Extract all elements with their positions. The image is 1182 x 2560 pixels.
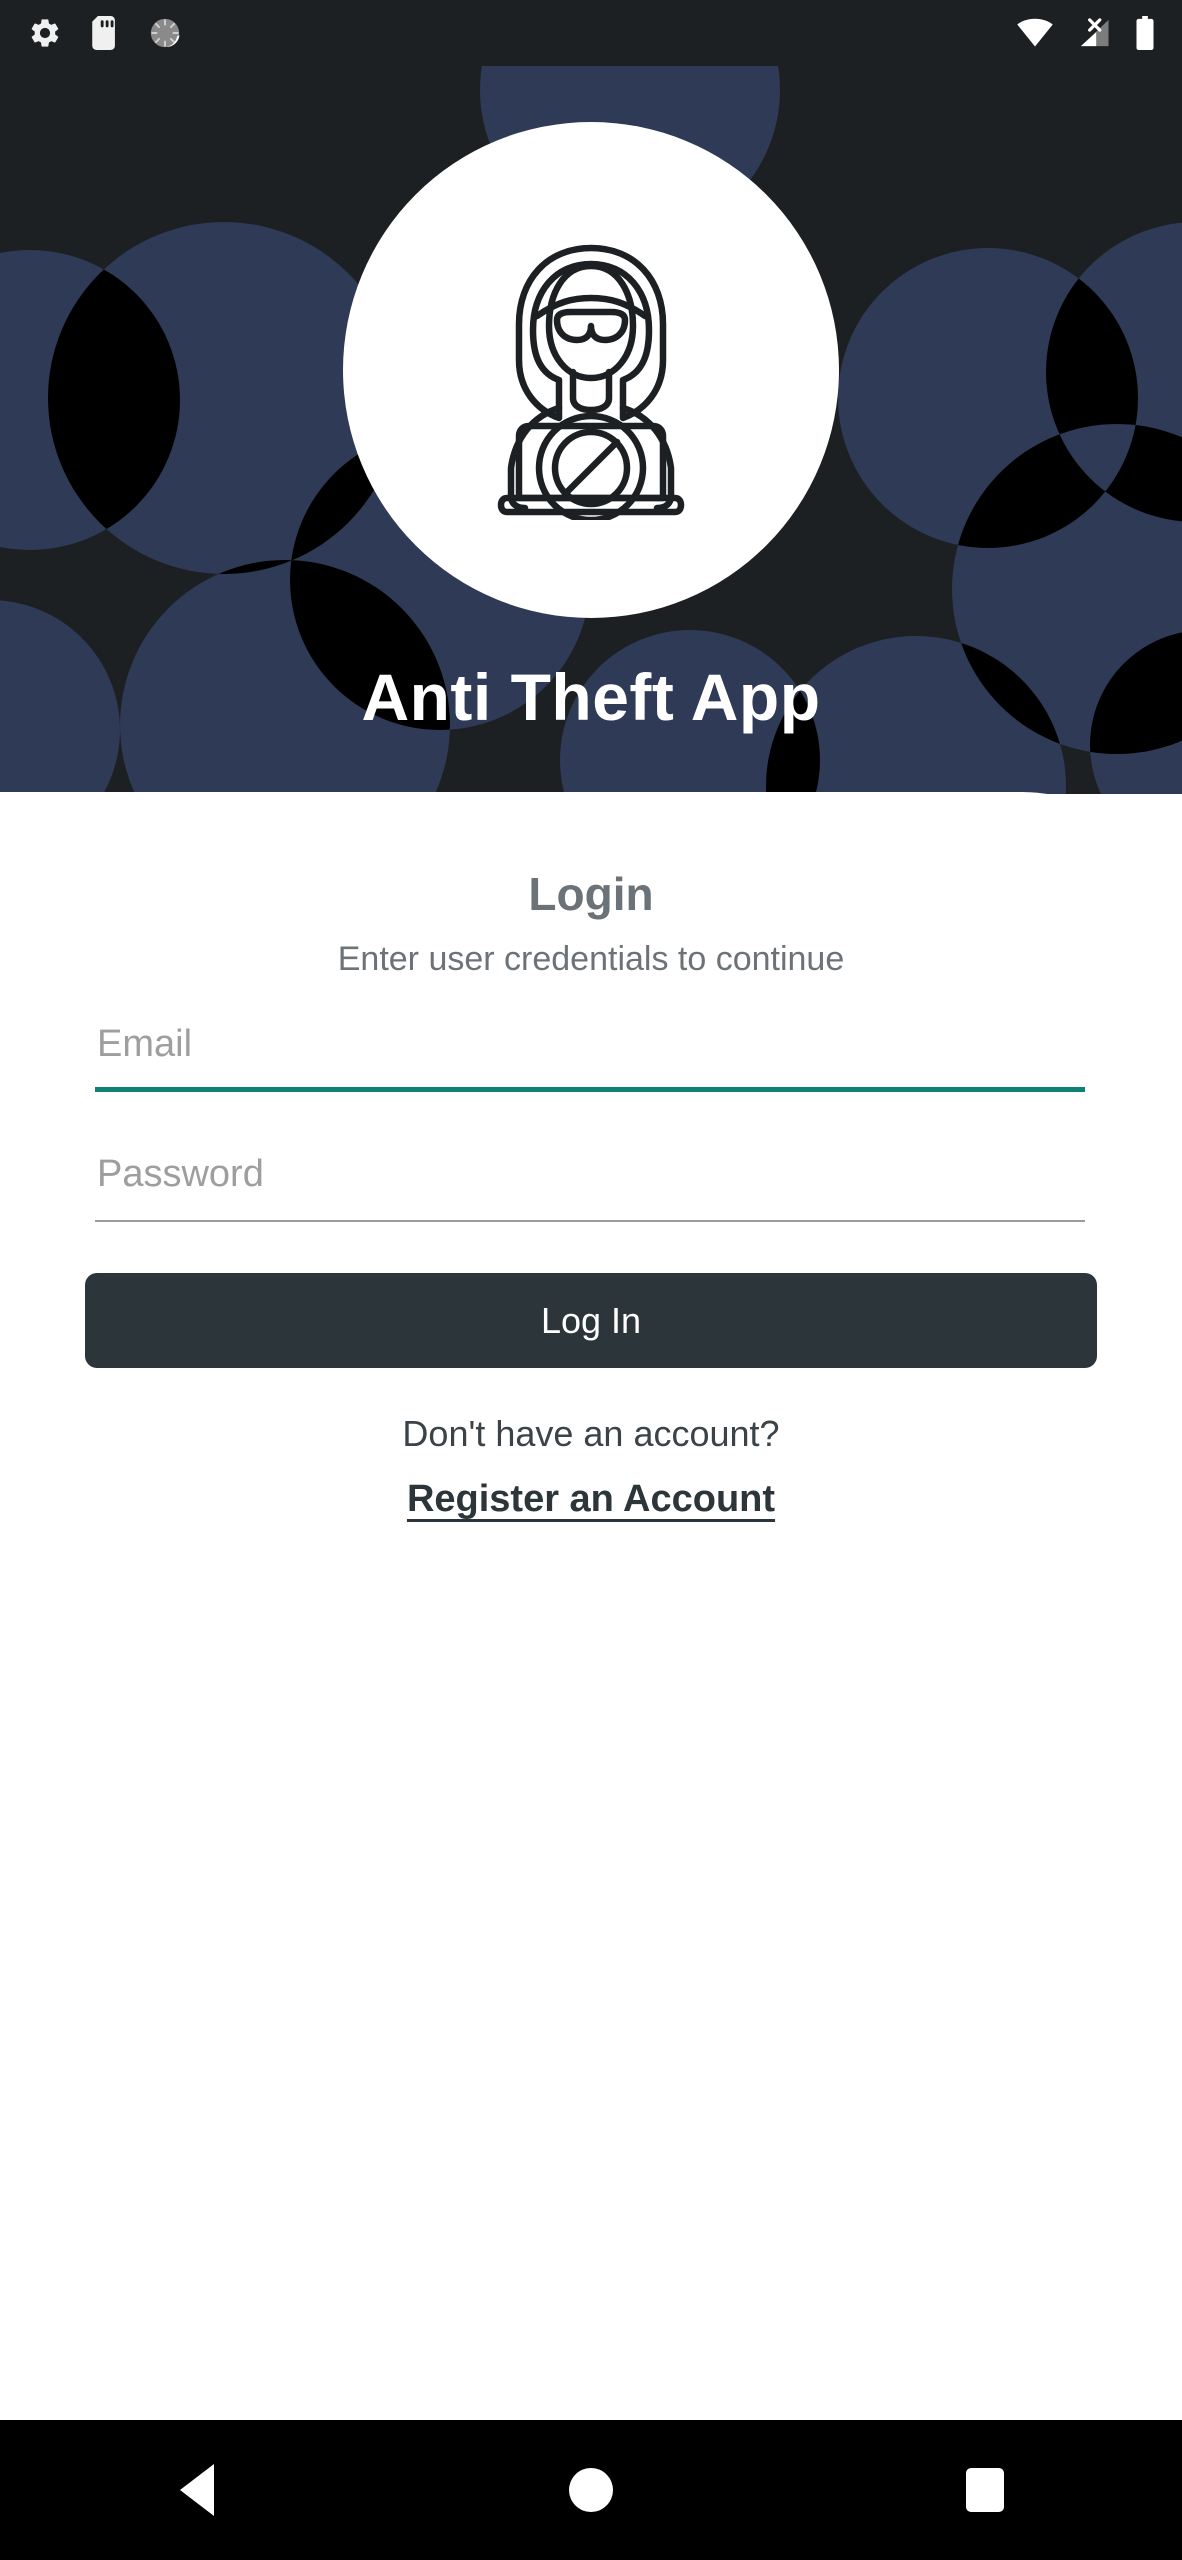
page-title: Anti Theft App [361,660,821,734]
email-field[interactable] [95,1012,1085,1092]
hero-header: Anti Theft App [0,0,1182,794]
back-button[interactable] [127,2420,267,2560]
status-bar-left-icons [28,16,210,50]
android-navigation-bar [0,2420,1182,2560]
battery-full-icon [1134,16,1156,50]
no-account-text: Don't have an account? [402,1413,780,1454]
password-input[interactable] [95,1142,1085,1206]
home-button[interactable] [521,2420,661,2560]
sync-spinner-icon [148,16,182,50]
cellular-no-sim-icon [1076,17,1112,49]
settings-gear-icon [28,16,62,50]
app-logo [343,122,839,618]
log-in-button[interactable]: Log In [85,1273,1097,1368]
back-triangle-icon [180,2464,214,2516]
status-bar [0,0,1182,66]
email-input[interactable] [95,1012,1085,1076]
hacker-laptop-blocked-icon [441,220,741,520]
register-account-link[interactable]: Register an Account [0,1470,1182,1528]
login-heading: Login [528,868,654,920]
password-field[interactable] [95,1142,1085,1222]
email-field-underline [95,1087,1085,1092]
home-circle-icon [569,2468,613,2512]
status-bar-right-icons [994,16,1156,50]
wifi-icon [1016,18,1054,48]
recents-square-icon [966,2468,1004,2512]
sd-card-icon [90,16,120,50]
login-card: Login Enter user credentials to continue… [0,792,1182,2422]
app-screen: Anti Theft App Login Enter user credenti… [0,0,1182,2560]
login-subheading: Enter user credentials to continue [337,940,845,978]
password-field-underline [95,1220,1085,1222]
recents-button[interactable] [915,2420,1055,2560]
